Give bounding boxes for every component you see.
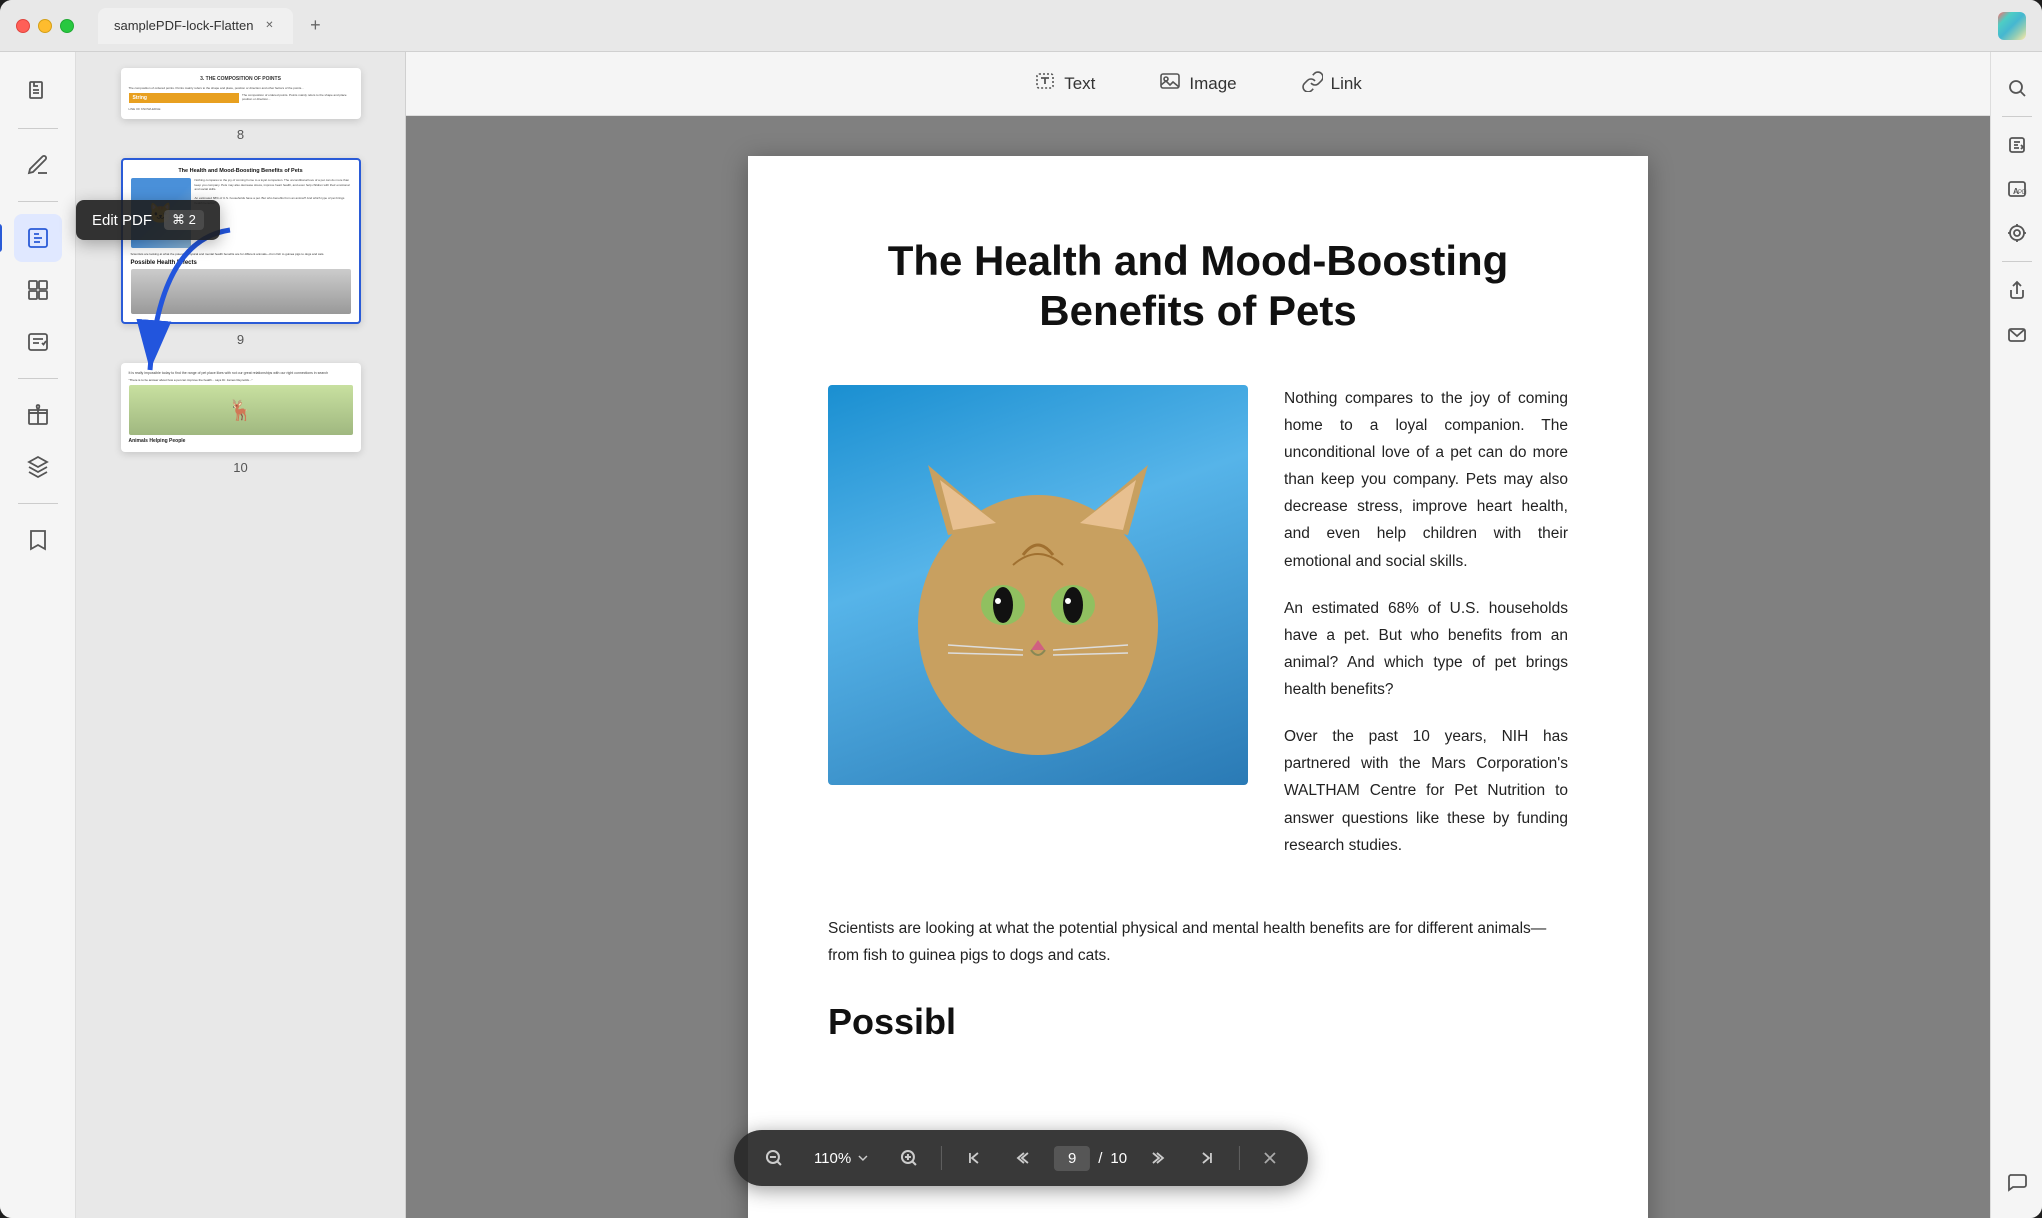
page-separator: / — [1098, 1150, 1102, 1167]
link-icon — [1301, 70, 1323, 98]
total-pages: 10 — [1110, 1150, 1127, 1167]
tooltip-label: Edit PDF — [92, 212, 152, 229]
possible-health-title: Possibl — [828, 1001, 1568, 1043]
thumbnail-num-8: 8 — [237, 127, 244, 142]
image-icon — [1159, 70, 1181, 98]
zoom-selector[interactable]: 110% — [806, 1146, 877, 1171]
page-input-group: / 10 — [1054, 1146, 1127, 1171]
sidebar-divider-2 — [18, 201, 58, 202]
page-text-right: Nothing compares to the joy of coming ho… — [1284, 385, 1568, 879]
thumbnail-item-9: The Health and Mood-Boosting Benefits of… — [121, 158, 361, 347]
right-divider-2 — [2002, 261, 2032, 262]
content-area: Text Image — [406, 52, 1990, 1218]
tooltip-cmd-icon: ⌘ — [172, 212, 185, 227]
thumbnail-num-10: 10 — [233, 460, 247, 475]
last-page-icon — [1199, 1150, 1215, 1166]
sidebar-divider-3 — [18, 378, 58, 379]
pdf-para3: Over the past 10 years, NIH has partnere… — [1284, 723, 1568, 859]
first-page-button[interactable] — [958, 1142, 990, 1174]
sidebar-divider-1 — [18, 128, 58, 129]
sidebar-divider-4 — [18, 503, 58, 504]
minimize-button[interactable] — [38, 19, 52, 33]
tooltip-box: Edit PDF ⌘ 2 — [76, 200, 220, 240]
thumbnail-page-10[interactable]: It is really impossible today to find th… — [121, 363, 361, 452]
tooltip-num: 2 — [189, 212, 196, 227]
thumbnail-num-9: 9 — [237, 332, 244, 347]
next-page-button[interactable] — [1143, 1142, 1175, 1174]
thumbnail-item-8: 3. THE COMPOSITION OF POINTS The composi… — [121, 68, 361, 142]
link-tool-label: Link — [1331, 74, 1362, 94]
new-tab-button[interactable]: + — [301, 12, 329, 40]
sidebar-item-bookmark[interactable] — [14, 516, 62, 564]
pdf-full-text: Scientists are looking at what the poten… — [828, 915, 1568, 969]
thumbnail-page-9[interactable]: The Health and Mood-Boosting Benefits of… — [121, 158, 361, 324]
text-tool-label: Text — [1064, 74, 1095, 94]
first-page-icon — [966, 1150, 982, 1166]
main-toolbar: Text Image — [406, 52, 1990, 116]
page-title: The Health and Mood-Boosting Benefits of… — [828, 236, 1568, 337]
link-tool-button[interactable]: Link — [1285, 62, 1378, 106]
pdf-para2: An estimated 68% of U.S. households have… — [1284, 595, 1568, 704]
sidebar-item-edit-pdf[interactable] — [14, 214, 62, 262]
sidebar-item-document[interactable] — [14, 68, 62, 116]
thumbnail-item-10: It is really impossible today to find th… — [121, 363, 361, 475]
prev-page-button[interactable] — [1006, 1142, 1038, 1174]
current-page-input[interactable] — [1054, 1146, 1090, 1171]
traffic-lights — [16, 19, 74, 33]
maximize-button[interactable] — [60, 19, 74, 33]
right-divider-1 — [2002, 116, 2032, 117]
pdf-page: The Health and Mood-Boosting Benefits of… — [748, 156, 1648, 1218]
app-icon — [1998, 12, 2026, 40]
sidebar-item-gift[interactable] — [14, 391, 62, 439]
chat-button[interactable] — [1997, 1162, 2037, 1202]
app-window: samplePDF-lock-Flatten ✕ + — [0, 0, 2042, 1218]
image-tool-label: Image — [1189, 74, 1236, 94]
text-icon — [1034, 70, 1056, 98]
pdf-viewport[interactable]: The Health and Mood-Boosting Benefits of… — [406, 116, 1990, 1218]
email-button[interactable] — [1997, 314, 2037, 354]
sidebar — [0, 52, 76, 1218]
sidebar-item-forms[interactable] — [14, 318, 62, 366]
svg-text:PDF: PDF — [2018, 190, 2027, 196]
chevron-down-icon — [857, 1152, 869, 1164]
cat-image — [828, 385, 1248, 785]
pagination-bar: 110% — [734, 1130, 1308, 1186]
close-button[interactable] — [16, 19, 30, 33]
zoom-value: 110% — [814, 1150, 851, 1167]
thumbnail-page-8[interactable]: 3. THE COMPOSITION OF POINTS The composi… — [121, 68, 361, 119]
page-content-row: Nothing compares to the joy of coming ho… — [828, 385, 1568, 879]
right-search-button[interactable] — [1997, 68, 2037, 108]
image-tool-button[interactable]: Image — [1143, 62, 1252, 106]
text-tool-button[interactable]: Text — [1018, 62, 1111, 106]
tooltip-container: Edit PDF ⌘ 2 — [76, 200, 220, 240]
app-body: 3. THE COMPOSITION OF POINTS The composi… — [0, 52, 2042, 1218]
sidebar-item-annotate[interactable] — [14, 141, 62, 189]
pdf-a-button[interactable]: A PDF — [1997, 169, 2037, 209]
ocr-button[interactable] — [1997, 125, 2037, 165]
share-button[interactable] — [1997, 270, 2037, 310]
prev-page-icon — [1014, 1150, 1030, 1166]
pag-divider-2 — [1239, 1146, 1240, 1170]
titlebar: samplePDF-lock-Flatten ✕ + — [0, 0, 2042, 52]
thumbnail-health-image — [131, 269, 351, 314]
sidebar-item-layers[interactable] — [14, 443, 62, 491]
tab-close-button[interactable]: ✕ — [261, 18, 277, 34]
zoom-in-button[interactable] — [893, 1142, 925, 1174]
sidebar-item-organize[interactable] — [14, 266, 62, 314]
thumbnail-deer-image: 🦌 — [129, 385, 353, 435]
tab-bar: samplePDF-lock-Flatten ✕ + — [98, 8, 1986, 44]
redact-button[interactable] — [1997, 213, 2037, 253]
next-page-icon — [1151, 1150, 1167, 1166]
zoom-out-button[interactable] — [758, 1142, 790, 1174]
pag-divider-1 — [941, 1146, 942, 1170]
tab-label: samplePDF-lock-Flatten — [114, 18, 253, 33]
tooltip-shortcut: ⌘ 2 — [164, 210, 204, 230]
pdf-para1: Nothing compares to the joy of coming ho… — [1284, 385, 1568, 575]
right-panel: A PDF — [1990, 52, 2042, 1218]
active-tab[interactable]: samplePDF-lock-Flatten ✕ — [98, 8, 293, 44]
close-pagination-button[interactable] — [1256, 1144, 1284, 1172]
last-page-button[interactable] — [1191, 1142, 1223, 1174]
